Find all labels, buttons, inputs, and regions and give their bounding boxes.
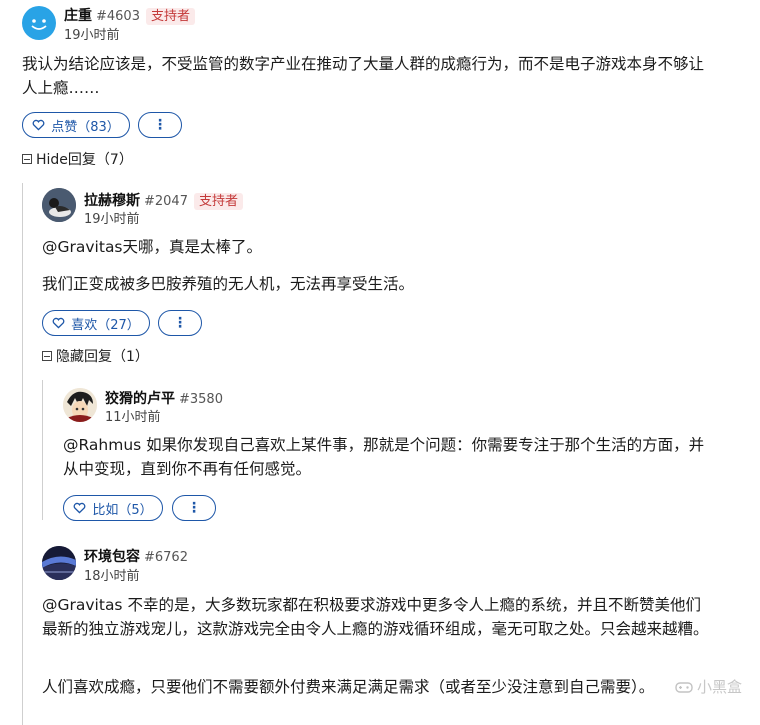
- comment-4: 环境包容 #6762 18小时前 @Gravitas 不幸的是，大多数玩家都在积极…: [0, 0, 760, 725]
- author-number: #6762: [144, 550, 188, 565]
- landscape-avatar-icon: [42, 546, 76, 580]
- comment-author[interactable]: 环境包容 #6762: [84, 546, 188, 566]
- gamepad-icon: [675, 681, 693, 693]
- comment-text: 人们喜欢成瘾，只要他们不需要额外付费来满足满足需求（或者至少没注意到自己需要）。: [42, 678, 655, 696]
- author-name[interactable]: 环境包容: [84, 549, 140, 565]
- watermark: 小黑盒: [675, 676, 742, 697]
- watermark-text: 小黑盒: [696, 678, 742, 696]
- comment-text: @Gravitas 不幸的是，大多数玩家都在积极要求游戏中更多令人上瘾的系统，并…: [42, 596, 709, 638]
- avatar[interactable]: [42, 546, 76, 580]
- comment-time: 18小时前: [84, 569, 140, 584]
